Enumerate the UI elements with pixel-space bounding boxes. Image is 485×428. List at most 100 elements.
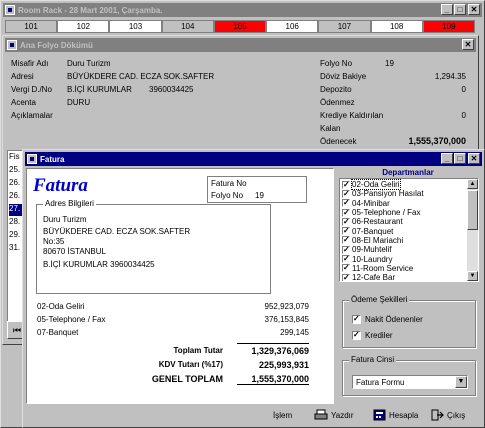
item-amount: 299,145	[280, 328, 309, 337]
checkbox-icon[interactable]	[342, 245, 350, 254]
department-label: 12-Cafe Bar	[352, 273, 396, 282]
scroll-down-button[interactable]: ▼	[467, 271, 478, 281]
tax-label: Vergi D./No	[11, 85, 52, 94]
invoice-type-value: Fatura Formu	[356, 378, 405, 387]
payable-label: Ödenecek	[320, 137, 357, 146]
room-cell[interactable]: 109	[422, 20, 475, 33]
address-line: 80670 İSTANBUL	[43, 247, 106, 256]
checkbox-icon[interactable]	[342, 208, 350, 217]
department-label: 03-Pansiyon Hasılat	[352, 189, 424, 199]
department-item[interactable]: 05-Telephone / Fax	[342, 208, 424, 217]
payment-cash-checkbox[interactable]: Nakit Ödenenler	[352, 314, 423, 324]
department-item[interactable]: 03-Pansiyon Hasılat	[342, 189, 424, 198]
payable-value: 1,555,370,000	[408, 136, 466, 146]
department-item[interactable]: 12-Cafe Bar	[342, 273, 424, 282]
scroll-thumb[interactable]	[467, 190, 478, 230]
room-cell[interactable]: 108	[370, 20, 423, 33]
folio-row-stub[interactable]: 29.	[9, 230, 20, 242]
room-cell[interactable]: 105	[213, 20, 267, 33]
folio-row-stub[interactable]: 25.	[9, 165, 20, 177]
maximize-button[interactable]: □	[454, 4, 466, 15]
department-label: 06-Restaurant	[352, 217, 403, 227]
room-cell[interactable]: 101	[5, 20, 58, 33]
process-button[interactable]: İşlem	[273, 411, 292, 420]
department-item[interactable]: 02-Oda Geliri	[342, 179, 424, 191]
payment-credit-label: Krediler	[365, 331, 393, 340]
address-line: Duru Turizm	[43, 215, 87, 224]
checkbox-icon[interactable]	[342, 263, 350, 273]
folio-row-stub[interactable]: 26.	[9, 191, 20, 203]
payment-group-title: Ödeme Şekilleri	[349, 295, 410, 304]
close-button[interactable]: ✕	[468, 153, 480, 164]
exit-label: Çıkış	[447, 410, 466, 420]
department-item[interactable]: 11-Room Service	[342, 263, 424, 273]
folio-row-stub[interactable]: Fis	[9, 152, 20, 164]
scroll-up-button[interactable]: ▲	[467, 179, 478, 189]
notes-label: Açıklamalar	[11, 111, 53, 120]
department-item[interactable]: 04-Minibar	[342, 198, 424, 208]
folio-title: Ana Folyo Dökümü	[20, 40, 93, 50]
checkbox-icon[interactable]	[342, 235, 350, 245]
maximize-button[interactable]: □	[454, 153, 466, 164]
total-amount: 1,555,370,000	[251, 374, 309, 384]
folio-row-stub[interactable]: 28.	[9, 217, 20, 229]
department-item[interactable]: 10-Laundry	[342, 254, 424, 264]
print-button[interactable]: Yazdır	[314, 409, 354, 421]
departments-list[interactable]: 02-Oda Geliri03-Pansiyon Hasılat04-Minib…	[339, 178, 479, 282]
item-amount: 952,923,079	[264, 302, 310, 311]
deposit-value: 0	[461, 85, 466, 94]
checkbox-icon[interactable]	[342, 180, 350, 189]
folio-row-stub[interactable]: 31.	[9, 243, 20, 255]
checkbox-icon[interactable]	[342, 226, 350, 236]
department-item[interactable]: 09-Muhtelif	[342, 245, 424, 254]
room-cell[interactable]: 107	[318, 20, 371, 33]
room-cell[interactable]: 106	[266, 20, 319, 33]
exit-button[interactable]: Çıkış	[431, 409, 465, 421]
department-item[interactable]: 08-El Mariachi	[342, 235, 424, 245]
department-label: 10-Laundry	[352, 254, 393, 264]
checkbox-icon	[352, 330, 361, 340]
room-cell[interactable]: 104	[161, 20, 214, 33]
minimize-button[interactable]: _	[441, 153, 453, 164]
invoice-paper: Fatura Fatura No Folyo No 19 Adres Bilgi…	[26, 168, 334, 404]
fatura-no-label: Fatura No	[211, 179, 247, 188]
address-label: Adresi	[11, 72, 34, 81]
invoice-type-select[interactable]: Fatura Formu ▼	[352, 375, 468, 389]
guest-value: Duru Turizm	[67, 59, 111, 68]
minimize-button[interactable]: _	[441, 4, 453, 15]
currency-label: Döviz Bakiye	[320, 72, 367, 81]
close-button[interactable]: ✕	[462, 39, 474, 50]
credit-value: 0	[461, 111, 466, 120]
department-label: 08-El Mariachi	[352, 235, 404, 245]
app-icon	[5, 5, 15, 15]
dropdown-button[interactable]: ▼	[455, 376, 467, 388]
address-group-title: Adres Bilgileri	[43, 199, 96, 208]
room-cell[interactable]: 102	[57, 20, 110, 33]
department-item[interactable]: 06-Restaurant	[342, 217, 424, 226]
department-item[interactable]: 07-Banquet	[342, 226, 424, 236]
checkbox-icon[interactable]	[342, 189, 350, 198]
payment-credit-checkbox[interactable]: Krediler	[352, 330, 393, 340]
departments-scrollbar[interactable]: ▲ ▼	[467, 179, 478, 281]
department-label: 11-Room Service	[352, 263, 414, 273]
calculate-button[interactable]: Hesapla	[373, 409, 418, 421]
guest-label: Misafir Adı	[11, 59, 49, 68]
checkbox-icon[interactable]	[342, 273, 350, 281]
printer-icon	[314, 409, 328, 420]
departments-title: Departmanlar	[382, 168, 434, 177]
room-cell[interactable]: 103	[109, 20, 162, 33]
checkbox-icon[interactable]	[342, 217, 350, 226]
department-label: 05-Telephone / Fax	[352, 208, 421, 218]
close-button[interactable]: ✕	[468, 4, 480, 15]
address-group: Adres Bilgileri Duru Turizm BÜYÜKDERE CAD…	[36, 199, 271, 294]
address-line: BÜYÜKDERE CAD. ECZA SOK.SAFTER	[43, 227, 191, 236]
folio-row-stub[interactable]: 26.	[9, 178, 20, 190]
checkbox-icon[interactable]	[342, 198, 350, 208]
total-label: Toplam Tutar	[173, 346, 223, 355]
process-label: İşlem	[273, 411, 293, 420]
item-name: 05-Telephone / Fax	[37, 315, 106, 324]
checkbox-icon[interactable]	[342, 254, 350, 264]
deposit-label: Depozito	[320, 85, 352, 94]
address-line: B.İÇİ KURUMLAR 3960034425	[43, 260, 155, 269]
department-label: 02-Oda Geliri	[351, 179, 401, 191]
